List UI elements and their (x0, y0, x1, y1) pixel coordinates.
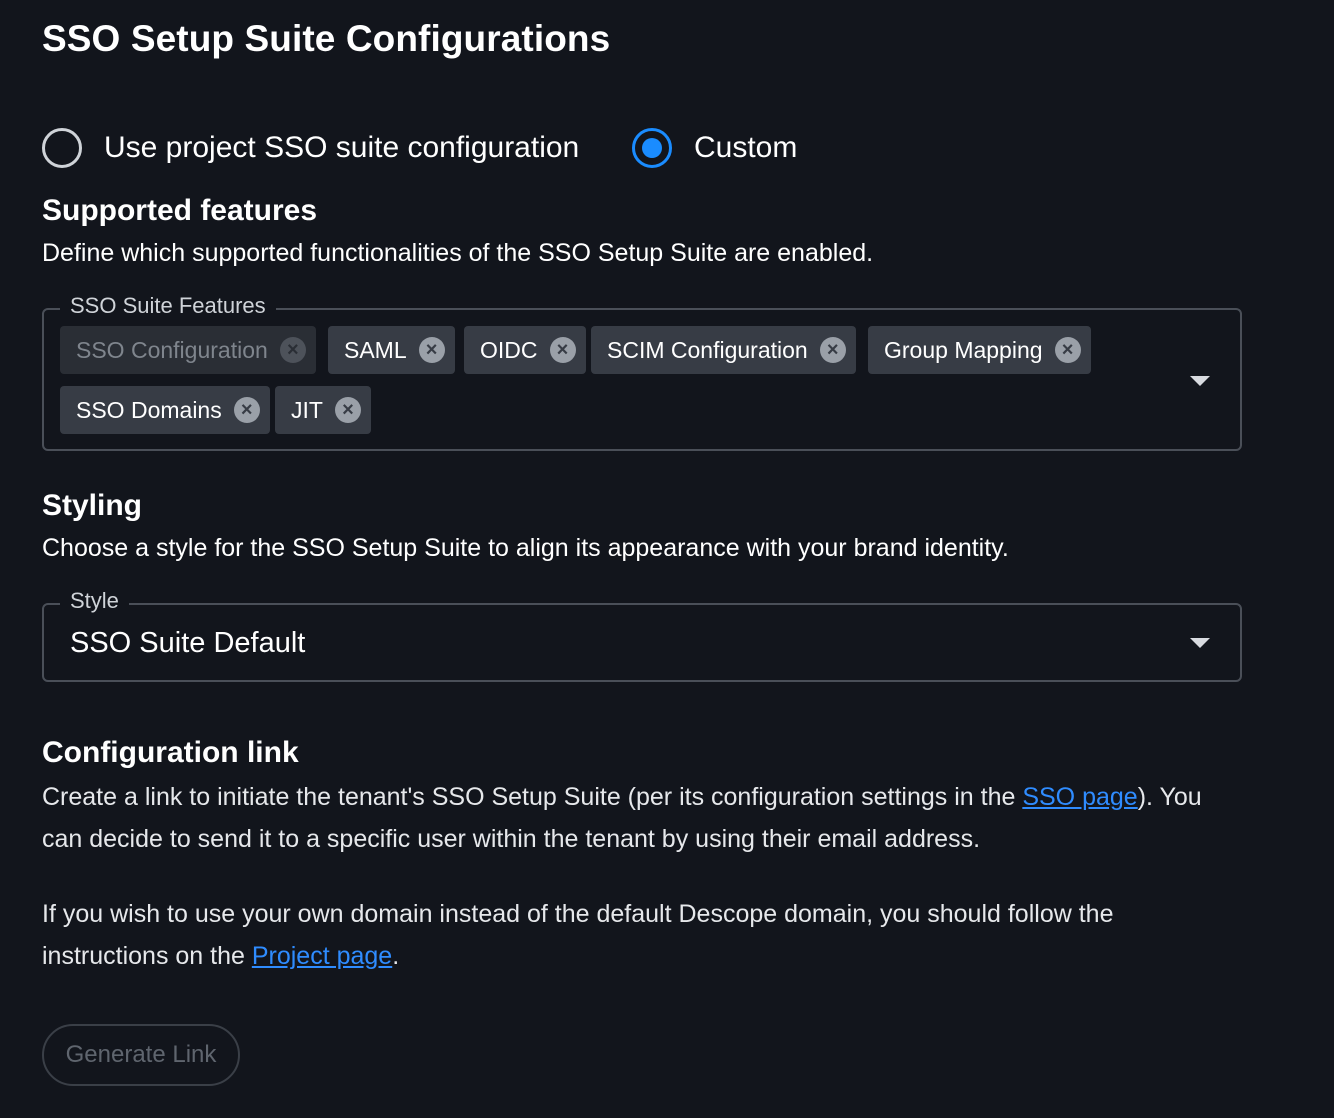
remove-chip-icon[interactable]: × (819, 337, 846, 363)
paragraph-text: . (392, 942, 400, 970)
chip-label: SSO Configuration (76, 336, 268, 363)
features-description: Define which supported functionalities o… (42, 239, 874, 267)
chip-oidc[interactable]: OIDC × (464, 326, 586, 374)
remove-chip-icon[interactable]: × (549, 337, 576, 363)
remove-chip-icon[interactable]: × (1054, 337, 1081, 363)
chip-label: SCIM Configuration (607, 336, 808, 363)
chip-label: SSO Domains (76, 396, 222, 423)
style-select[interactable]: Style SSO Suite Default (42, 588, 1242, 682)
remove-chip-icon[interactable]: × (418, 337, 445, 363)
chip-group-mapping[interactable]: Group Mapping × (868, 326, 1091, 374)
chip-label: Group Mapping (884, 336, 1043, 363)
styling-description: Choose a style for the SSO Setup Suite t… (42, 534, 1009, 562)
chip-label: JIT (291, 396, 323, 423)
chip-saml[interactable]: SAML × (328, 326, 455, 374)
chip-jit[interactable]: JIT × (275, 386, 371, 434)
chevron-down-icon[interactable] (1190, 638, 1210, 648)
chip-sso-domains[interactable]: SSO Domains × (60, 386, 270, 434)
sso-page-link[interactable]: SSO page (1022, 783, 1137, 811)
chip-label: SAML (344, 336, 407, 363)
radio-label: Use project SSO suite configuration (104, 131, 580, 164)
radio-unchecked-icon[interactable] (42, 128, 82, 168)
project-page-link[interactable]: Project page (252, 942, 392, 970)
chip-scim-configuration[interactable]: SCIM Configuration × (591, 326, 856, 374)
page-title: SSO Setup Suite Configurations (42, 18, 611, 59)
config-link-title: Configuration link (42, 736, 299, 769)
paragraph-text: Create a link to initiate the tenant's S… (42, 783, 1023, 811)
styling-title: Styling (42, 489, 143, 522)
config-link-paragraph: Create a link to initiate the tenant's S… (42, 776, 1222, 860)
generate-link-button[interactable]: Generate Link (42, 1024, 240, 1086)
radio-custom[interactable]: Custom (632, 128, 797, 168)
custom-domain-paragraph: If you wish to use your own domain inste… (42, 893, 1222, 977)
radio-label: Custom (694, 131, 798, 164)
remove-chip-icon[interactable]: × (233, 397, 260, 423)
remove-chip-icon: × (279, 337, 306, 363)
chip-sso-configuration: SSO Configuration × (60, 326, 316, 374)
remove-chip-icon[interactable]: × (334, 397, 361, 423)
style-field-label: Style (60, 588, 129, 614)
style-select-value: SSO Suite Default (70, 627, 306, 659)
chevron-down-icon[interactable] (1190, 376, 1210, 386)
radio-checked-icon[interactable] (632, 128, 672, 168)
chip-label: OIDC (480, 336, 538, 363)
radio-use-project-config[interactable]: Use project SSO suite configuration (42, 128, 579, 168)
features-field-label: SSO Suite Features (60, 293, 276, 319)
features-title: Supported features (42, 194, 318, 227)
features-multiselect[interactable]: SSO Suite Features SSO Configuration × S… (42, 293, 1242, 451)
sso-setup-suite-page: SSO Setup Suite Configurations Use proje… (0, 0, 1334, 1118)
paragraph-text: If you wish to use your own domain inste… (42, 900, 1114, 970)
